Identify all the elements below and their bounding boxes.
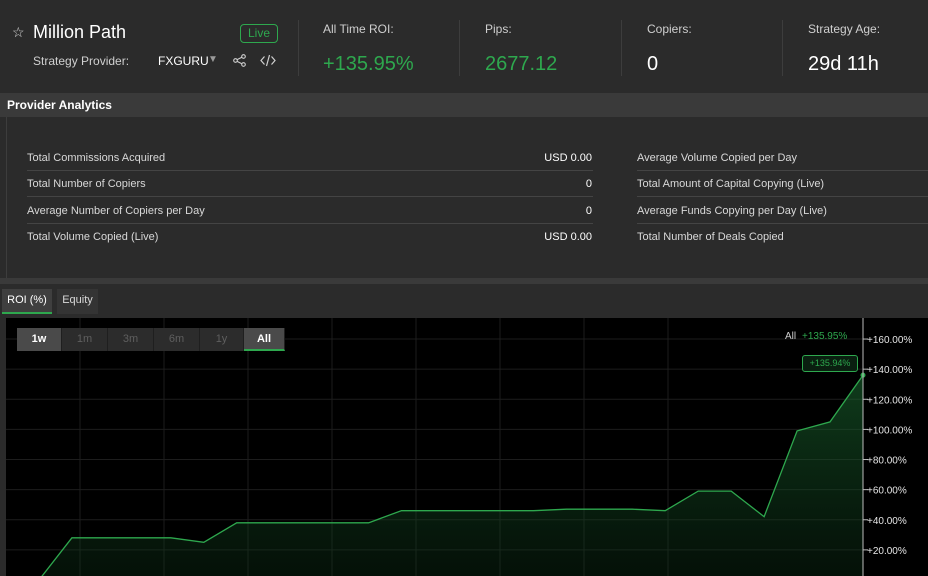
y-axis-tick-label: +160.00% <box>867 335 912 346</box>
analytics-row: Total Amount of Capital Copying (Live) <box>637 171 928 197</box>
analytics-row-label: Average Volume Copied per Day <box>637 152 798 164</box>
strategy-name: Million Path <box>33 22 127 42</box>
analytics-row-value: USD 0.00 <box>544 231 592 243</box>
range-button-6m[interactable]: 6m <box>154 328 200 351</box>
analytics-row: Average Number of Copiers per Day 0 <box>27 198 593 224</box>
copiers-label: Copiers: <box>647 22 692 36</box>
provider-analytics-title: Provider Analytics <box>7 98 112 112</box>
analytics-row: Average Funds Copying per Day (Live) <box>637 198 928 224</box>
analytics-row-value: USD 0.00 <box>544 152 592 164</box>
analytics-row-value: 0 <box>585 205 592 217</box>
tab-equity[interactable]: Equity <box>57 289 98 314</box>
analytics-row-label: Total Commissions Acquired <box>27 152 166 164</box>
star-outline-icon[interactable]: ☆ <box>12 24 25 41</box>
pips-value: 2677.12 <box>485 53 558 75</box>
analytics-row: Total Commissions Acquired USD 0.00 <box>27 145 593 171</box>
pips-label: Pips: <box>485 22 512 36</box>
range-button-1m[interactable]: 1m <box>62 328 108 351</box>
analytics-row-label: Total Amount of Capital Copying (Live) <box>637 178 825 190</box>
chart-legend-name: All <box>785 331 797 342</box>
roi-area <box>6 375 863 576</box>
analytics-row: Total Volume Copied (Live) USD 0.00 <box>27 224 593 250</box>
analytics-row-value: 0 <box>585 178 592 190</box>
range-button-all[interactable]: All <box>244 328 285 351</box>
strategy-provider-name[interactable]: FXGURU <box>158 54 209 68</box>
y-axis-tick-label: +60.00% <box>867 486 907 497</box>
range-selector: 1w 1m 3m 6m 1y All <box>17 328 285 351</box>
y-axis-tick-label: +140.00% <box>867 365 912 376</box>
caret-down-icon[interactable]: ▼ <box>208 54 218 65</box>
header-divider <box>459 20 460 76</box>
provider-analytics-header: Provider Analytics <box>0 93 928 117</box>
y-axis-tick-label: +80.00% <box>867 456 907 467</box>
range-button-3m[interactable]: 3m <box>108 328 154 351</box>
chart-container: +160.00% +140.00% +120.00% +100.00% +80.00% +… <box>0 314 928 576</box>
analytics-row: Total Number of Deals Copied <box>637 224 928 250</box>
strategy-age-label: Strategy Age: <box>808 22 881 36</box>
y-axis-tick-label: +100.00% <box>867 425 912 436</box>
header-divider <box>782 20 783 76</box>
analytics-row: Average Volume Copied per Day <box>637 145 928 171</box>
analytics-row-label: Average Number of Copiers per Day <box>27 205 205 217</box>
all-time-roi-label: All Time ROI: <box>323 22 394 36</box>
header-divider <box>298 20 299 76</box>
copiers-value: 0 <box>647 53 659 75</box>
strategy-age-value: 29d 11h <box>808 53 879 75</box>
code-icon[interactable] <box>260 54 276 67</box>
analytics-row-label: Total Number of Deals Copied <box>637 231 784 243</box>
analytics-row: Total Number of Copiers 0 <box>27 171 593 197</box>
chart-legend-value: +135.95% <box>802 331 848 342</box>
roi-chart: +160.00% +140.00% +120.00% +100.00% +80.00% +… <box>6 318 928 576</box>
y-axis-tick-label: +120.00% <box>867 395 912 406</box>
analytics-row-label: Total Volume Copied (Live) <box>27 231 159 243</box>
y-axis-tick-label: +20.00% <box>867 546 907 557</box>
live-status-badge: Live <box>240 24 278 43</box>
all-time-roi-value: +135.95% <box>323 53 414 75</box>
last-value-tag: +135.94% <box>802 355 858 372</box>
header-divider <box>621 20 622 76</box>
roi-chart-svg: +160.00% +140.00% +120.00% +100.00% +80.00% +… <box>6 318 912 576</box>
range-button-1y[interactable]: 1y <box>200 328 244 351</box>
strategy-provider-label: Strategy Provider: <box>33 54 130 68</box>
y-axis-tick-label: +40.00% <box>867 516 907 527</box>
analytics-row-label: Total Number of Copiers <box>27 178 146 190</box>
strategy-page: ☆ Million Path Live Strategy Provider: F… <box>0 0 928 576</box>
chart-tabs: ROI (%) Equity <box>0 284 928 314</box>
analytics-row-label: Average Funds Copying per Day (Live) <box>637 205 827 217</box>
strategy-header: ☆ Million Path Live Strategy Provider: F… <box>0 0 928 93</box>
share-icon[interactable] <box>233 54 246 67</box>
range-button-1w[interactable]: 1w <box>17 328 62 351</box>
tab-roi[interactable]: ROI (%) <box>2 289 52 314</box>
